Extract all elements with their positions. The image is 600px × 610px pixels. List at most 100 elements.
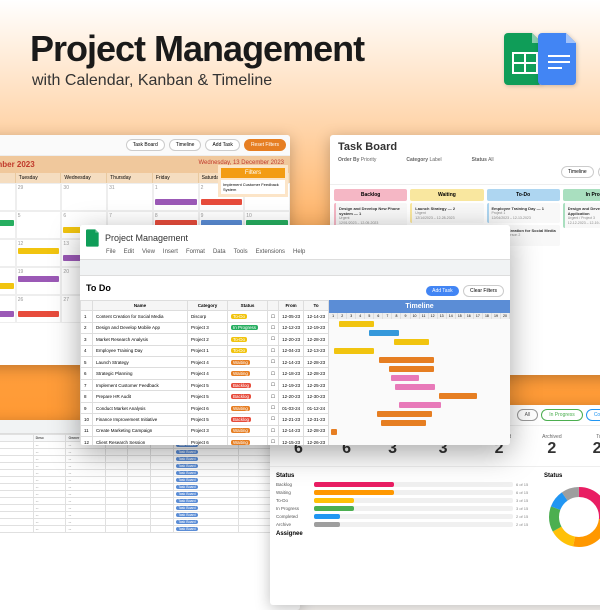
count-item: Total22 <box>593 434 600 458</box>
menu-item[interactable]: View <box>142 249 155 255</box>
calendar-cell[interactable]: 26 <box>16 295 62 323</box>
timeline-bar[interactable] <box>389 366 434 372</box>
calendar-event[interactable] <box>18 276 60 282</box>
table-row[interactable]: 6Strategic PlanningProject 4Waiting☐12-1… <box>81 368 329 379</box>
docs-icon <box>538 33 580 85</box>
app-icons <box>504 15 580 90</box>
timeline-title: Timeline <box>329 300 510 313</box>
timeline-bar[interactable] <box>331 429 337 435</box>
calendar-cell[interactable]: 18 <box>0 267 16 295</box>
calendar-cell[interactable]: 19 <box>16 267 62 295</box>
calendar-cell[interactable]: 30 <box>61 183 107 211</box>
filter-event[interactable]: Implement Customer Feedback System <box>221 180 285 194</box>
menu-item[interactable]: Extensions <box>256 249 285 255</box>
kanban-column-header: Backlog <box>334 189 407 201</box>
kanban-task[interactable]: Launch Strategy — 2Urgent12/14/2023 – 12… <box>410 203 483 223</box>
calendar-event[interactable] <box>201 199 243 205</box>
add-task-button[interactable]: Add Task <box>205 139 239 151</box>
table-row[interactable]: 11Create Marketing CampaignProject 3Wait… <box>81 425 329 436</box>
calendar-cell[interactable]: 4 <box>0 211 16 239</box>
menu-item[interactable]: Insert <box>163 249 178 255</box>
timeline-bar[interactable] <box>394 339 429 345</box>
status-bar-row: Backlog6 of 15 <box>276 482 534 487</box>
timeline-button[interactable]: Timeline <box>169 139 202 151</box>
menu-item[interactable]: Edit <box>124 249 134 255</box>
page-subtitle: with Calendar, Kanban & Timeline <box>32 72 570 90</box>
menu-item[interactable]: Tools <box>234 249 248 255</box>
status-bar-row: To-Do3 of 15 <box>276 498 534 503</box>
data-table-view: TaskDescOwnerP1P2P3StatusStartEnd1Task i… <box>0 420 300 610</box>
table-row[interactable]: 2Design and Develop Mobile AppProject 3I… <box>81 322 329 333</box>
status-bar-row: Archive2 of 15 <box>276 522 534 527</box>
calendar-cell[interactable]: 31 <box>107 183 153 211</box>
formatting-toolbar[interactable] <box>80 260 510 276</box>
day-header: Monday <box>0 173 16 183</box>
calendar-cell[interactable]: 25 <box>0 295 16 323</box>
table-row[interactable]: 1Content Creation for Social MediaDiscor… <box>81 311 329 322</box>
timeline-bar[interactable] <box>334 348 374 354</box>
table-row[interactable]: 4Employee Training DayProject 1To-Do☐12-… <box>81 345 329 356</box>
menu-item[interactable]: Format <box>186 249 205 255</box>
order-by-value[interactable]: Priority <box>361 157 377 163</box>
table-row[interactable]: 7Implement Customer FeedbackProject 5Bac… <box>81 379 329 390</box>
calendar-event[interactable] <box>18 248 60 254</box>
add-task-button[interactable]: Add Task <box>426 286 458 296</box>
filter-completed-button[interactable]: Completed <box>586 409 600 421</box>
main-spreadsheet: Project Management File Edit View Insert For… <box>80 225 510 445</box>
table-row[interactable]: 3Market Research AnalysisProject 2To-Do☐… <box>81 334 329 345</box>
kanban-title: Task Board <box>338 141 600 153</box>
calendar-cell[interactable]: 12 <box>16 239 62 267</box>
timeline-bar[interactable] <box>439 393 477 399</box>
calendar-cell[interactable]: 5 <box>16 211 62 239</box>
kanban-task[interactable]: Employee Training Day — 1Project 112/04/… <box>487 203 560 223</box>
document-filename[interactable]: Project Management <box>105 233 188 243</box>
calendar-cell[interactable]: 28 <box>0 183 16 211</box>
table-row[interactable]: 9Conduct Market AnalysisProject 6Waiting… <box>81 402 329 413</box>
calendar-cell[interactable]: 29 <box>16 183 62 211</box>
calendar-cell[interactable]: 1 <box>153 183 199 211</box>
donut-title: Status <box>544 473 600 479</box>
table-row[interactable]: 8Prepare HR AuditProject 5Backlog☐12-20-… <box>81 391 329 402</box>
count-item: Archived2 <box>542 434 561 458</box>
clear-filters-button[interactable]: Clear Filters <box>463 285 504 297</box>
timeline-bar[interactable] <box>379 357 434 363</box>
reset-filters-button[interactable]: Reset Filters <box>244 139 286 151</box>
kanban-column-header: Waiting <box>410 189 483 201</box>
timeline-bar[interactable] <box>369 330 399 336</box>
filter-inprogress-button[interactable]: In Progress <box>541 409 583 421</box>
table-row[interactable]: 12Client Research SessionProject 6Waitin… <box>81 437 329 445</box>
filter-all-button[interactable]: All <box>517 409 539 421</box>
timeline-bar[interactable] <box>339 321 374 327</box>
calendar-cell[interactable]: 11 <box>0 239 16 267</box>
category-label: Category <box>406 157 428 163</box>
status-donut-chart <box>544 482 600 552</box>
menu-item[interactable]: Help <box>293 249 305 255</box>
menu-item[interactable]: Data <box>213 249 226 255</box>
calendar-month: December 2023 <box>0 160 35 169</box>
day-header: Thursday <box>107 173 153 183</box>
calendar-event[interactable] <box>18 311 60 317</box>
timeline-bar[interactable] <box>381 420 426 426</box>
order-by-label: Order By <box>338 157 359 163</box>
status-bars-title: Status <box>276 473 534 479</box>
timeline-bar[interactable] <box>399 402 441 408</box>
menu-item[interactable]: File <box>106 249 116 255</box>
calendar-event[interactable] <box>0 283 14 289</box>
category-value[interactable]: Label <box>429 157 441 163</box>
timeline-bar[interactable] <box>377 411 432 417</box>
calendar-event[interactable] <box>0 220 14 226</box>
timeline-button[interactable]: Timeline <box>561 166 594 178</box>
timeline-bar[interactable] <box>395 384 435 390</box>
task-board-button[interactable]: Task Board <box>126 139 165 151</box>
kanban-column-header: In Progress <box>563 189 600 201</box>
calendar-event[interactable] <box>155 199 197 205</box>
table-row[interactable]: 10Finance Improvement InitiativeProject … <box>81 414 329 425</box>
assignee-title: Assignee <box>276 531 534 537</box>
timeline-bar[interactable] <box>391 375 419 381</box>
day-header: Friday <box>153 173 199 183</box>
kanban-column: In Progress Design and Develop Mobile App… <box>563 189 600 261</box>
status-value[interactable]: All <box>488 157 494 163</box>
kanban-task[interactable]: Design and Develop Mobile ApplicationUrg… <box>563 203 600 228</box>
calendar-event[interactable] <box>0 311 14 317</box>
table-row[interactable]: 5Launch StrategyProject 4Waiting☐12-14-2… <box>81 357 329 368</box>
